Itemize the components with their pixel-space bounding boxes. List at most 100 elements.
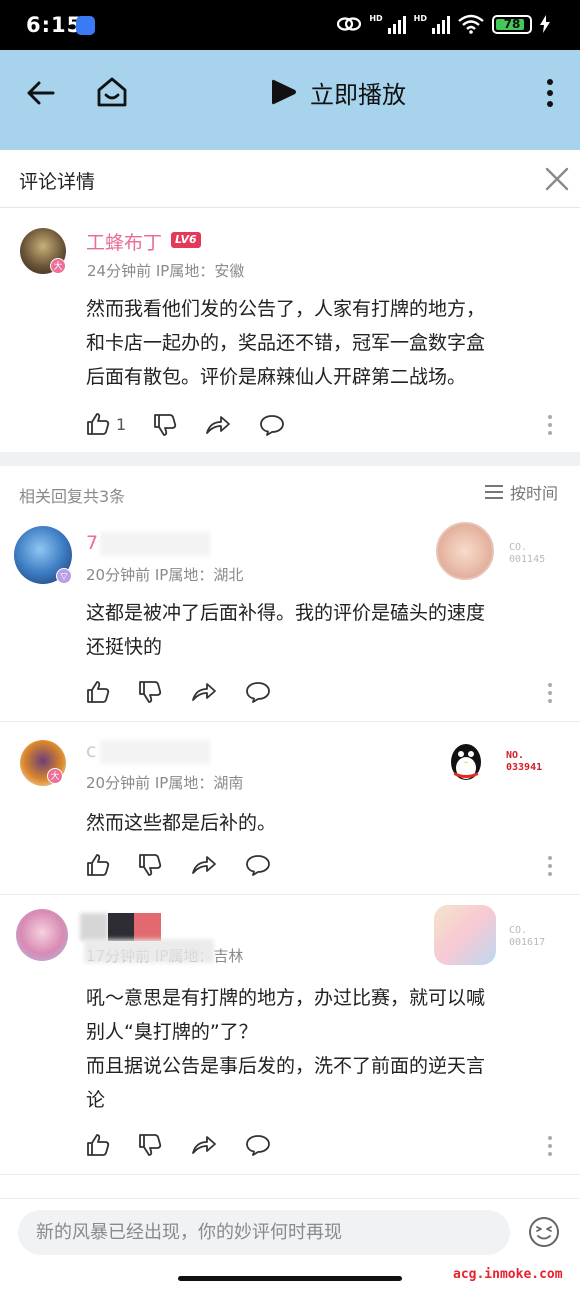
like-button[interactable] [86,1133,112,1159]
more-button[interactable] [540,78,560,108]
comment-text: 然而这些都是后补的。 [86,812,277,834]
link-icon [337,17,362,31]
dislike-button[interactable] [153,413,179,439]
chat-bubble-icon [246,855,270,876]
share-icon [192,1136,216,1154]
home-icon [97,77,127,107]
more-vertical-icon [548,856,552,876]
close-icon [545,167,569,191]
comment-text: 然而我看他们发的公告了，人家有打牌的地方， 和卡店一起办的，奖品还不错，冠军一盒… [86,298,486,388]
user-badge-icon: 大 [50,258,66,274]
share-icon [192,856,216,874]
charging-icon [540,15,550,33]
chat-bubble-icon [246,1135,270,1156]
play-now-button[interactable]: 立即播放 [270,74,406,110]
reply-button[interactable] [245,1133,271,1159]
thumbs-down-icon [139,681,162,703]
chat-bubble-icon [260,415,284,436]
username[interactable]: 7 [86,532,98,554]
dislike-button[interactable] [138,1133,164,1159]
back-arrow-icon [27,81,55,105]
reply-button[interactable] [245,853,271,879]
thumbs-down-icon [139,1134,162,1156]
comment-input[interactable] [18,1210,510,1255]
comment-input-bar: acg.inmoke.com [0,1198,580,1289]
more-vertical-icon [547,79,553,107]
comment-more-button[interactable] [545,1135,555,1157]
status-time: 6:15 [26,13,83,37]
home-indicator[interactable] [178,1276,402,1281]
share-button[interactable] [191,680,217,706]
thumbs-down-icon [139,854,162,876]
watermark: acg.inmoke.com [453,1267,563,1282]
more-vertical-icon [548,415,552,435]
comment-more-button[interactable] [545,414,555,436]
level-badge: LV6 [171,232,201,248]
username[interactable]: 工蜂布丁 [86,228,162,255]
thumbs-up-icon [87,413,110,435]
dislike-button[interactable] [138,853,164,879]
comment-text: 吼～意思是有打牌的地方，办过比赛，就可以喊 别人“臭打牌的”了？ 而且据说公告是… [86,987,486,1111]
more-vertical-icon [548,683,552,703]
like-button[interactable] [86,680,112,706]
like-count: 1 [116,415,127,434]
comment-more-button[interactable] [545,682,555,704]
link-app-icon [76,16,95,35]
page-title: 评论详情 [19,171,96,193]
signal-icon-2 [432,14,450,34]
hd-label-2: HD [413,13,427,23]
play-now-label: 立即播放 [310,80,406,109]
share-icon [192,683,216,701]
like-button[interactable] [86,412,112,438]
like-button[interactable] [86,853,112,879]
comment-more-button[interactable] [545,855,555,877]
close-button[interactable] [545,167,569,191]
decoration-badge-icon [434,905,496,965]
decoration-number: CO. 001145 [509,542,546,565]
decoration-badge-icon [436,522,494,580]
hd-label-1: HD [369,13,383,23]
emoji-icon [529,1217,559,1247]
list-sort-icon [485,485,503,499]
share-button[interactable] [191,853,217,879]
share-button[interactable] [191,1133,217,1159]
reply-button[interactable] [245,680,271,706]
play-icon [272,79,296,105]
thumbs-up-icon [87,681,110,703]
penguin-decoration-icon [446,740,486,782]
username[interactable]: c [86,740,96,762]
redacted-username [80,913,108,941]
back-button[interactable] [24,76,58,110]
signal-icon-1 [387,14,406,34]
dislike-button[interactable] [138,680,164,706]
redacted-username [134,913,161,941]
wifi-icon [458,14,484,34]
comment-meta: 20分钟前 IP属地：湖北 [86,566,244,584]
redacted-username [108,913,134,941]
share-icon [206,416,230,434]
sort-label: 按时间 [510,484,559,503]
home-button[interactable] [94,74,130,110]
redacted-username [100,532,210,556]
replies-count: 相关回复共3条 [19,487,126,506]
reply-item: 大 c 20分钟前 IP属地：湖南 NO. 033941 然而这些都是后补的。 [0,722,580,895]
redacted-meta [84,939,214,963]
reply-button[interactable] [259,413,285,439]
decoration-number: CO. 001617 [509,925,546,948]
share-button[interactable] [205,413,231,439]
emoji-button[interactable] [528,1216,560,1248]
main-comment: 大 工蜂布丁 LV6 24分钟前 IP属地：安徽 然而我看他们发的公告了，人家有… [0,208,580,452]
sort-by-time-button[interactable]: 按时间 [484,480,558,504]
battery-level: 78 [503,16,521,31]
comment-meta: 24分钟前 IP属地：安徽 [87,262,245,280]
user-badge-icon: ▽ [56,568,72,584]
thumbs-down-icon [154,414,177,436]
reply-item: ▽ 7 20分钟前 IP属地：湖北 CO. 001145 这都是被冲了后面补得。… [0,516,580,722]
comment-meta: 20分钟前 IP属地：湖南 [86,774,244,792]
avatar[interactable] [16,909,68,961]
decoration-number: NO. 033941 [506,750,543,773]
comment-text: 这都是被冲了后面补得。我的评价是磕头的速度 还挺快的 [86,602,486,658]
reply-item: 17分钟前 IP属地：吉林 CO. 001617 吼～意思是有打牌的地方，办过比… [0,895,580,1175]
user-badge-icon: 大 [47,768,63,784]
status-icons: HD HD 78 [337,14,550,34]
